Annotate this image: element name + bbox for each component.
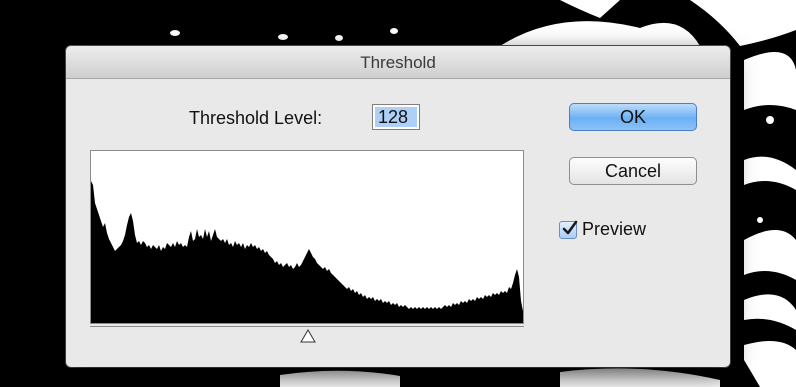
threshold-level-value: 128 — [375, 107, 417, 127]
threshold-slider-track[interactable] — [90, 326, 524, 327]
threshold-slider-thumb[interactable] — [299, 329, 316, 343]
threshold-dialog: Threshold Threshold Level: 128 OK Cancel… — [66, 46, 730, 367]
checkmark-icon — [562, 220, 578, 235]
histogram-graph — [91, 181, 523, 323]
preview-checkbox[interactable] — [559, 220, 578, 239]
dialog-title: Threshold — [360, 53, 436, 72]
threshold-level-input[interactable]: 128 — [372, 104, 420, 130]
histogram-distribution — [91, 181, 523, 323]
dialog-titlebar[interactable]: Threshold — [66, 46, 730, 79]
ok-button[interactable]: OK — [569, 103, 697, 131]
preview-label[interactable]: Preview — [582, 219, 646, 240]
cancel-button[interactable]: Cancel — [569, 157, 697, 185]
histogram — [90, 150, 524, 324]
threshold-level-label: Threshold Level: — [189, 108, 323, 128]
